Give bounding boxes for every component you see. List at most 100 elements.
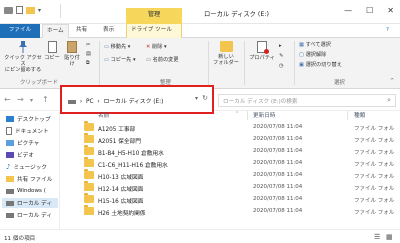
drive-icon [6,212,14,218]
new-folder-label: 新しい フォルダー [213,54,239,66]
nav-item-shared[interactable]: 共有 ファイル [6,174,52,184]
file-name: H12-14 広域図面 [98,187,144,193]
file-type: ファイル フォル [354,198,395,204]
history-button[interactable]: ◷ [279,63,284,69]
nav-item-windows-drive[interactable]: Windows ( [6,186,46,196]
open-button[interactable]: ▸ [279,43,282,49]
copy-icon [47,41,57,53]
edit-button[interactable]: ✎ [279,53,283,59]
properties-qat-icon[interactable] [16,6,23,14]
file-date: 2020/07/08 11:04 [253,136,303,142]
cut-button[interactable]: ✂ [86,42,90,48]
list-item[interactable]: H15-16 広域図面 2020/07/08 11:04 ファイル フォル [62,193,400,205]
maximize-button[interactable]: ☐ [366,6,373,15]
ribbon-separator [208,41,209,85]
recent-locations-icon[interactable]: ▾ [30,97,33,104]
list-item[interactable]: B1-B4_H5-H10 倉敷用水 2020/07/08 11:04 ファイル … [62,145,400,157]
list-item[interactable]: H26 土地契約関係 2020/07/08 11:04 ファイル フォル [62,205,400,217]
copy-to-icon: ▭ [104,57,109,63]
breadcrumb-drive[interactable]: ローカル ディスク (E:) [104,99,164,105]
tab-share[interactable]: 共有 [72,24,91,38]
nav-label: デスクトップ [17,117,51,123]
nav-item-pictures[interactable]: ピクチャ [6,138,39,148]
close-button[interactable]: ✕ [387,6,394,15]
item-count: 11 個の項目 [4,236,36,242]
new-folder-button[interactable]: 新しい フォルダー [213,41,239,66]
new-folder-icon [219,41,233,52]
properties-button[interactable]: プロパティ [248,41,276,61]
invert-selection-button[interactable]: ▣ 選択の切り替え [299,62,342,68]
nav-item-videos[interactable]: ビデオ [6,150,34,160]
up-button[interactable]: ↑ [42,95,49,104]
folder-icon [84,157,94,167]
copy-button[interactable]: コピー [44,41,60,61]
copy-to-button[interactable]: ▭ コピー先 ▾ [104,57,136,63]
ribbon-separator [244,41,245,85]
rename-button[interactable]: ▭ 名前の変更 [146,57,179,63]
file-name: H15-16 広域図面 [98,199,144,205]
list-item[interactable]: H10-13 広域図面 2020/07/08 11:04 ファイル フォル [62,169,400,181]
column-separator[interactable] [247,111,248,120]
nav-label: ローカル ディ [17,201,52,207]
rename-icon: ▭ [146,57,151,63]
drive-icon [6,188,14,194]
pin-icon [19,41,27,53]
tab-drive-tools[interactable]: ドライブ ツール [126,24,182,38]
back-button[interactable]: ← [4,95,11,104]
tab-home[interactable]: ホーム [42,24,69,38]
videos-icon [6,152,14,158]
ribbon-tabs: ファイル ホーム 共有 表示 ドライブ ツール ? [0,24,400,38]
collapse-ribbon-icon[interactable]: ^ [390,78,394,84]
file-date: 2020/07/08 11:04 [253,172,303,178]
nav-item-documents[interactable]: ドキュメント [6,126,49,136]
column-header-type[interactable]: 種類 [354,111,365,119]
file-type: ファイル フォル [354,186,395,192]
column-header-date[interactable]: 更新日時 [253,111,275,119]
address-dropdown-icon[interactable]: ▾ [195,95,198,102]
list-item[interactable]: C1-C6_H11-H16 倉敷用水 2020/07/08 11:04 ファイル… [62,157,400,169]
search-input[interactable]: ローカル ディスク (E:)の検索 ⌕ [218,94,396,107]
list-item[interactable]: A1205 工事部 2020/07/08 11:04 ファイル フォル [62,121,400,133]
file-type: ファイル フォル [354,162,395,168]
column-separator[interactable] [347,111,348,120]
properties-label: プロパティ [249,55,275,61]
select-all-button[interactable]: ▦ すべて選択 [299,42,331,48]
move-to-button[interactable]: ▭ 移動先 ▾ [104,44,130,50]
paste-button[interactable]: 貼り付け [62,41,82,67]
new-folder-qat-icon[interactable] [26,6,35,14]
qat-dropdown-icon[interactable]: ▾ [38,7,41,14]
file-type: ファイル フォル [354,174,395,180]
forward-button[interactable]: → [17,95,24,104]
file-date: 2020/07/08 11:04 [253,208,303,214]
nav-item-local-disk[interactable]: ローカル ディ [6,210,52,220]
address-bar[interactable]: › PC › ローカル ディスク (E:) ▾ ↻ [60,85,214,114]
nav-item-music[interactable]: ♪ ミュージック [6,162,47,172]
nav-label: ドキュメント [15,129,49,135]
copy-path-button[interactable]: ▤ [86,51,91,57]
nav-item-desktop[interactable]: デスクトップ [6,114,51,124]
shared-folder-icon [6,176,14,182]
large-icons-view-icon[interactable]: ▦ [386,233,393,241]
nav-label: ビデオ [17,153,34,159]
tab-file[interactable]: ファイル [0,24,40,38]
pin-quick-access-button[interactable]: クイック アクセス にピン留めする [3,41,43,73]
breadcrumb-pc[interactable]: PC [86,99,94,105]
delete-button[interactable]: ✕ 削除 ▾ [146,44,167,50]
help-icon[interactable]: ? [382,24,393,38]
nav-label: Windows ( [17,188,46,194]
list-item[interactable]: A2051 保全部門 2020/07/08 11:04 ファイル フォル [62,133,400,145]
nav-item-local-disk-selected[interactable]: ローカル ディ [2,198,58,208]
refresh-button[interactable]: ↻ [202,94,208,102]
open-icon: ▸ [279,43,282,49]
details-view-icon[interactable]: ☰ [374,233,380,241]
paste-shortcut-button[interactable]: ⧉ [86,60,90,66]
minimize-button[interactable]: — [344,6,352,15]
file-name: H10-13 広域図面 [98,175,144,181]
move-to-label: 移動先 [110,44,127,50]
column-header-name[interactable]: 名前 [98,111,109,119]
pictures-icon [6,140,14,146]
select-none-button[interactable]: ▢ 選択解除 [299,52,326,58]
list-item[interactable]: H12-14 広域図面 2020/07/08 11:04 ファイル フォル [62,181,400,193]
tab-view[interactable]: 表示 [99,24,118,38]
folder-icon [84,193,94,203]
